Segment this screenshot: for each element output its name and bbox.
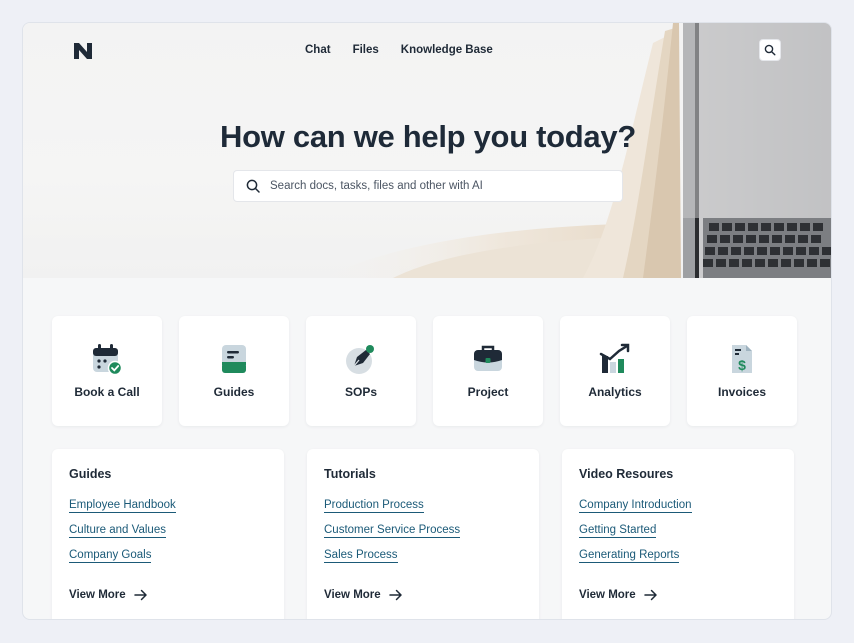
- category-label: Invoices: [717, 385, 767, 399]
- panel-tutorials: Tutorials Production Process Customer Se…: [307, 449, 539, 619]
- nav-search-button[interactable]: [759, 39, 781, 61]
- view-more-link[interactable]: View More: [579, 589, 658, 601]
- category-card-invoices[interactable]: $ Invoices: [687, 316, 797, 426]
- panel-link-production-process[interactable]: Production Process: [324, 499, 424, 513]
- arrow-right-icon: [388, 589, 402, 601]
- app-window: Chat Files Knowledge Base How can we hel…: [22, 22, 832, 620]
- panel-link-employee-handbook[interactable]: Employee Handbook: [69, 499, 176, 513]
- view-more-label: View More: [579, 589, 636, 601]
- category-label: SOPs: [344, 385, 377, 399]
- hero-section: Chat Files Knowledge Base How can we hel…: [23, 23, 831, 278]
- category-card-guides[interactable]: Guides: [179, 316, 289, 426]
- top-nav: Chat Files Knowledge Base: [23, 23, 831, 79]
- category-card-book-a-call[interactable]: Book a Call: [52, 316, 162, 426]
- resource-panels: Guides Employee Handbook Culture and Val…: [52, 449, 794, 619]
- brand-logo-icon[interactable]: [73, 42, 95, 60]
- hero-search-input[interactable]: [270, 180, 600, 192]
- category-label: Analytics: [588, 385, 642, 399]
- svg-text:$: $: [738, 357, 746, 373]
- category-card-project[interactable]: Project: [433, 316, 543, 426]
- search-icon: [764, 44, 776, 56]
- calendar-check-icon: [93, 344, 123, 376]
- panel-link-company-introduction[interactable]: Company Introduction: [579, 499, 692, 513]
- panel-link-generating-reports[interactable]: Generating Reports: [579, 549, 680, 563]
- nav-link-chat[interactable]: Chat: [305, 44, 331, 56]
- hero-search-box[interactable]: [233, 170, 623, 202]
- panel-title: Guides: [69, 467, 112, 481]
- view-more-link[interactable]: View More: [69, 589, 148, 601]
- arrow-right-icon: [643, 589, 657, 601]
- panel-link-culture-and-values[interactable]: Culture and Values: [69, 524, 166, 538]
- nav-link-files[interactable]: Files: [353, 44, 379, 56]
- panel-guides: Guides Employee Handbook Culture and Val…: [52, 449, 284, 619]
- briefcase-icon: [474, 345, 502, 371]
- book-icon: [222, 345, 246, 373]
- category-card-analytics[interactable]: Analytics: [560, 316, 670, 426]
- search-icon: [246, 179, 260, 193]
- category-label: Book a Call: [74, 385, 140, 399]
- pen-nib-icon: [346, 345, 374, 374]
- hero-title: How can we help you today?: [220, 119, 636, 154]
- category-card-sops[interactable]: SOPs: [306, 316, 416, 426]
- invoice-dollar-icon: $: [732, 345, 752, 373]
- panel-link-getting-started[interactable]: Getting Started: [579, 524, 657, 538]
- category-cards: Book a Call Guides SOPs Project Analytic…: [52, 316, 797, 426]
- nav-links: Chat Files Knowledge Base: [305, 44, 493, 56]
- view-more-label: View More: [69, 589, 126, 601]
- view-more-label: View More: [324, 589, 381, 601]
- nav-link-knowledge-base[interactable]: Knowledge Base: [401, 44, 493, 56]
- view-more-link[interactable]: View More: [324, 589, 403, 601]
- panel-title: Tutorials: [324, 467, 376, 481]
- bar-chart-trend-icon: [599, 343, 630, 373]
- panel-link-company-goals[interactable]: Company Goals: [69, 549, 152, 563]
- category-label: Project: [467, 385, 509, 399]
- panel-title: Video Resoures: [579, 467, 674, 481]
- arrow-right-icon: [133, 589, 147, 601]
- panel-link-sales-process[interactable]: Sales Process: [324, 549, 398, 563]
- panel-link-customer-service-process[interactable]: Customer Service Process: [324, 524, 461, 538]
- panel-video-resources: Video Resoures Company Introduction Gett…: [562, 449, 794, 619]
- category-label: Guides: [213, 385, 255, 399]
